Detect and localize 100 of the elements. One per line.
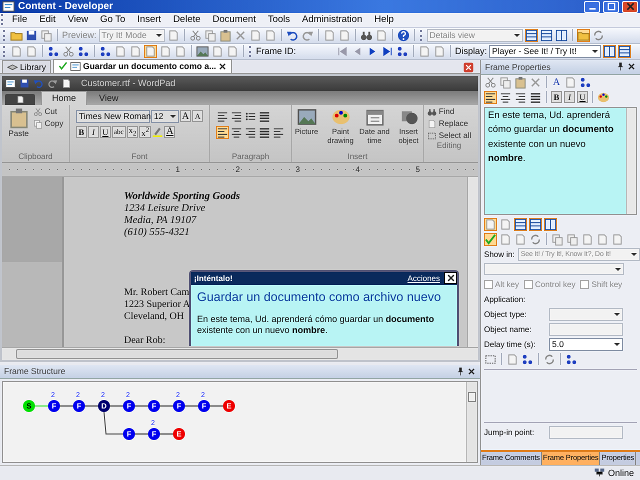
object-name-field[interactable] [549,322,623,336]
font-size-button[interactable]: A [192,110,204,122]
grid-icon[interactable] [529,218,542,231]
scrollbar[interactable] [466,382,477,462]
page-icon[interactable] [16,94,24,104]
align-center-icon[interactable] [230,126,243,139]
line-spacing-icon[interactable] [258,110,271,123]
columns-icon[interactable] [554,28,568,42]
grid-icon[interactable] [514,218,527,231]
dots-icon[interactable] [396,44,410,58]
indent-icon[interactable] [216,110,229,123]
font-family-dropdown[interactable]: Times New Roman [76,110,150,123]
delay-time-dropdown[interactable]: 5.0 [549,338,623,351]
indent-icon[interactable] [230,110,243,123]
first-icon[interactable] [336,44,350,58]
scrollbar[interactable] [626,108,636,214]
page-icon[interactable] [61,78,72,89]
cross-icon[interactable] [234,28,247,42]
scissors-icon[interactable] [62,44,75,58]
align-center-icon[interactable] [499,90,512,104]
grid-icon[interactable] [540,28,553,42]
refresh-icon[interactable] [592,28,605,42]
document-tab[interactable]: Guardar un documento como a... [52,58,232,73]
picture-icon[interactable] [196,44,209,58]
paste-button[interactable]: Paste [8,106,30,138]
clipboard-icon[interactable] [514,76,527,89]
checkbox[interactable] [524,280,534,289]
align-right-icon[interactable] [244,126,257,139]
scrollbar[interactable] [467,176,478,347]
ribbon-tab[interactable]: View [89,92,128,105]
copy-button[interactable]: Copy [32,118,64,129]
refresh-icon[interactable] [543,352,556,366]
format-button[interactable]: B [76,126,87,138]
ribbon-tab[interactable]: Home [41,90,88,105]
dots-icon[interactable] [99,44,112,58]
refresh-icon[interactable] [529,232,542,246]
pin-icon[interactable] [456,366,465,376]
scrollbar[interactable] [2,346,478,360]
align-left-icon[interactable] [216,126,229,139]
justify-icon[interactable] [529,90,542,104]
dropdown-field[interactable] [484,263,624,276]
paragraph-icon[interactable] [272,126,285,139]
grid-icon[interactable] [524,28,538,42]
actions-link[interactable]: Acciones [408,274,440,283]
check-icon[interactable] [484,232,497,246]
align-right-icon[interactable] [514,90,527,104]
menu-item[interactable]: Administration [296,14,368,26]
pin-icon[interactable] [616,62,625,72]
font-size-button[interactable]: A [180,110,192,122]
clipboard-icon[interactable] [218,28,232,42]
justify-icon[interactable] [258,126,271,139]
close-button[interactable] [444,272,457,284]
palette-icon[interactable] [597,90,610,104]
close-icon[interactable] [624,1,636,12]
menu-item[interactable]: Delete [167,14,207,26]
menu-item[interactable]: Go To [94,14,132,26]
format-button[interactable]: x$_{2}$ [126,126,138,138]
close-icon[interactable] [218,62,228,71]
cut-button[interactable]: Cut [32,106,64,117]
minimize-button[interactable] [584,0,600,13]
scissors-icon[interactable] [188,28,202,42]
last-icon[interactable] [381,44,394,58]
frame-text-field[interactable]: En este tema, Ud. aprenderá cómo guardar un documento existente con un nuevo nombre. [484,106,637,215]
font-size-dropdown[interactable]: 12 [150,110,179,123]
dots-icon[interactable] [579,76,592,89]
checkbox[interactable] [484,280,493,289]
redo-icon[interactable] [47,78,58,89]
editing-button[interactable]: Find [426,106,472,117]
grid-icon[interactable] [618,44,632,58]
format-button[interactable]: I [564,91,575,104]
format-button[interactable]: I [88,126,99,138]
format-button[interactable]: U [577,91,588,104]
font-color-button[interactable]: A [164,126,176,138]
maximize-button[interactable] [603,0,619,13]
dots-icon[interactable] [521,352,534,366]
display-mode-dropdown[interactable]: Player - See It! / Try It! [489,44,602,58]
maximize-icon[interactable] [606,1,616,12]
close-icon[interactable] [467,366,476,376]
dots-icon[interactable] [47,44,60,58]
align-left-icon[interactable] [484,90,497,104]
application-menu-button[interactable] [5,94,35,105]
checkbox[interactable] [580,280,590,289]
menu-item[interactable]: File [6,14,34,26]
editing-button[interactable]: Select all [426,130,472,141]
highlighter-icon[interactable] [152,126,164,138]
selectall-icon[interactable] [484,352,497,366]
format-button[interactable]: B [551,91,562,104]
menu-item[interactable]: Tools [262,14,296,26]
editing-button[interactable]: Replace [426,118,472,129]
columns-icon[interactable] [544,218,557,231]
font-button[interactable]: A [551,76,562,88]
document-tab[interactable]: Library [2,60,51,73]
menu-item[interactable]: Edit [33,14,62,26]
copy-icon[interactable] [566,232,579,246]
menu-item[interactable]: View [62,14,94,26]
help-icon[interactable] [396,28,410,42]
close-icon[interactable] [627,62,636,72]
menu-item[interactable]: Document [206,14,262,26]
menu-item[interactable]: Insert [131,14,168,26]
dots-icon[interactable] [77,44,90,58]
